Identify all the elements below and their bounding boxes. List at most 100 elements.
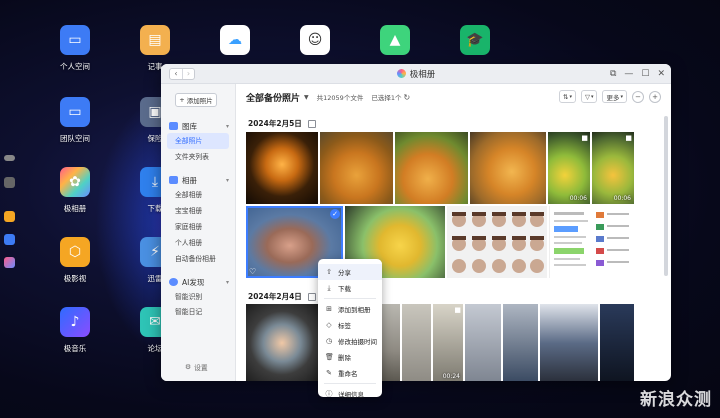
desktop-icon-music[interactable]: ♪ 极音乐 — [45, 307, 105, 354]
desktop-icon-personal-space[interactable]: ▭ 个人空间 — [45, 25, 105, 72]
add-album-icon: ⊞ — [326, 305, 332, 313]
photo-thumbnail[interactable] — [503, 304, 538, 381]
screenshot-thumbnail[interactable] — [593, 206, 634, 278]
title-dropdown-icon[interactable]: ▼ — [304, 94, 309, 101]
chevron-down-icon: ▾ — [225, 122, 229, 130]
sidebar-item-auto-backup-album[interactable]: 自动备份相册 — [161, 251, 235, 267]
video-thumbnail[interactable]: ■ 00:06 — [592, 132, 634, 204]
photo-thumbnail[interactable] — [600, 304, 634, 381]
group-select-checkbox[interactable] — [307, 292, 316, 301]
sidebar-item-personal-album[interactable]: 个人相册 — [161, 235, 235, 251]
more-button[interactable]: 更多 ▾ — [602, 90, 627, 103]
clock-icon: ◷ — [325, 337, 333, 345]
sidebar-item-folder-list[interactable]: 文件夹列表 — [161, 149, 235, 165]
menu-item-share[interactable]: ⇧ 分享 — [318, 264, 382, 280]
zoom-in-button[interactable]: + — [649, 90, 661, 103]
sidebar-section-library[interactable]: 图库 ▾ — [161, 119, 235, 133]
zoom-out-button[interactable]: − — [632, 90, 644, 103]
sidebar-item-all-albums[interactable]: 全部相册 — [161, 187, 235, 203]
user-avatar-icon: ☺ — [300, 25, 330, 55]
notes-icon: ▤ — [140, 25, 170, 55]
toolbar: 全部备份照片 ▼ 共12059个文件 已选择1个 ↻ ⇅ ▾ ▽ ▾ 更多 ▾ − + — [236, 84, 671, 110]
selected-count: 已选择1个 — [371, 94, 402, 102]
video-camera-icon: ■ — [581, 134, 588, 142]
date-group-header: 2024年2月4日 — [248, 291, 316, 302]
dock-photos-icon[interactable] — [4, 257, 15, 268]
main-content: 全部备份照片 ▼ 共12059个文件 已选择1个 ↻ ⇅ ▾ ▽ ▾ 更多 ▾ − +… — [236, 84, 671, 381]
add-photo-button[interactable]: + 添加照片 — [175, 93, 217, 107]
file-count: 共12059个文件 — [316, 94, 364, 102]
photo-thumbnail-portraits[interactable] — [447, 206, 547, 278]
chat-screenshot-graphic — [554, 212, 588, 266]
dock-monitor-icon[interactable] — [4, 155, 15, 161]
rename-icon: ✎ — [326, 369, 332, 377]
minimize-button[interactable]: — — [624, 69, 633, 79]
scrollbar[interactable] — [664, 116, 668, 276]
menu-item-add-to-album[interactable]: ⊞ 添加到相册 — [318, 301, 382, 317]
chevron-down-icon: ▾ — [225, 176, 229, 184]
sidebar-section-albums[interactable]: 相册 ▾ — [161, 173, 235, 187]
desktop-icon-video[interactable]: ⬡ 极影视 — [45, 237, 105, 284]
graduation-icon: 🎓 — [460, 25, 490, 55]
menu-item-tag[interactable]: ◇ 标签 — [318, 317, 382, 333]
photo-thumbnail[interactable] — [395, 132, 468, 204]
chevron-down-icon: ▾ — [569, 93, 572, 100]
dock-video-icon[interactable] — [4, 211, 15, 222]
sidebar-item-family-album[interactable]: 家庭相册 — [161, 219, 235, 235]
date-group-header: 2024年2月5日 — [248, 118, 316, 129]
menu-item-download[interactable]: ⤓ 下载 — [318, 280, 382, 296]
screenshot-thumbnail[interactable] — [549, 206, 591, 278]
info-icon: ⓘ — [325, 390, 333, 398]
filter-button[interactable]: ▽ ▾ — [580, 90, 598, 103]
settings-button[interactable]: ⚙ 设置 — [185, 362, 208, 372]
maximize-button[interactable]: ☐ — [641, 69, 649, 79]
window-title: 极相册 — [161, 68, 671, 80]
chat-list-graphic — [596, 212, 629, 266]
desktop-icon-cloud[interactable]: ☁ — [205, 25, 265, 61]
video-camera-icon: ■ — [625, 134, 632, 142]
refresh-icon[interactable]: ↻ — [403, 93, 410, 102]
photo-thumbnail[interactable] — [402, 304, 431, 381]
album-icon — [169, 176, 178, 184]
sidebar-section-ai[interactable]: AI发现 ▾ — [161, 275, 235, 289]
sidebar-item-baby-album[interactable]: 宝宝相册 — [161, 203, 235, 219]
photos-app-icon: ✿ — [60, 167, 90, 197]
menu-item-details[interactable]: ⓘ 详细信息 — [318, 386, 382, 402]
group-select-checkbox[interactable] — [307, 119, 316, 128]
photo-thumbnail[interactable] — [246, 132, 318, 204]
green-app-icon: ▲ — [380, 25, 410, 55]
sidebar-item-smart-diary[interactable]: 智能日记 — [161, 305, 235, 315]
video-thumbnail[interactable]: ■ 00:24 — [433, 304, 463, 381]
video-app-icon: ⬡ — [60, 237, 90, 267]
gear-icon: ⚙ — [185, 363, 192, 371]
photo-thumbnail[interactable] — [246, 304, 318, 381]
desktop-icon-education[interactable]: 🎓 — [445, 25, 505, 61]
restore-button[interactable]: ⧉ — [610, 69, 616, 79]
photo-thumbnail[interactable] — [320, 132, 393, 204]
desktop-icon-team-space[interactable]: ▭ 团队空间 — [45, 97, 105, 144]
plus-icon: + — [179, 96, 185, 104]
photo-thumbnail[interactable] — [465, 304, 501, 381]
menu-item-edit-time[interactable]: ◷ 修改拍摄时间 — [318, 333, 382, 349]
photo-thumbnail[interactable] — [540, 304, 598, 381]
menu-item-rename[interactable]: ✎ 重命名 — [318, 365, 382, 381]
video-thumbnail[interactable]: ■ 00:06 — [548, 132, 590, 204]
window-controls: ⧉ — ☐ ✕ — [610, 69, 665, 79]
menu-item-delete[interactable]: 🗑 删除 — [318, 349, 382, 365]
desktop-icon-user[interactable]: ☺ — [285, 25, 345, 61]
sidebar-item-smart-recognition[interactable]: 智能识别 — [161, 289, 235, 305]
sidebar: + 添加照片 图库 ▾ 全部照片 文件夹列表 相册 ▾ 全部相册 宝宝相册 家庭… — [161, 84, 236, 381]
chevron-down-icon: ▾ — [620, 93, 623, 100]
desktop-icon-green-app[interactable]: ▲ — [365, 25, 425, 61]
folder-icon: ▭ — [60, 25, 90, 55]
dock-grid-icon[interactable] — [4, 177, 15, 188]
view-title[interactable]: 全部备份照片 — [246, 91, 300, 104]
video-camera-icon: ■ — [454, 306, 461, 314]
download-icon: ⤓ — [327, 283, 331, 292]
sort-button[interactable]: ⇅ ▾ — [559, 90, 576, 103]
close-button[interactable]: ✕ — [657, 69, 665, 79]
photo-thumbnail[interactable] — [470, 132, 546, 204]
sidebar-item-all-photos[interactable]: 全部照片 — [167, 133, 229, 149]
dock-cloud-icon[interactable] — [4, 234, 15, 245]
desktop-icon-photos[interactable]: ✿ 极相册 — [45, 167, 105, 214]
